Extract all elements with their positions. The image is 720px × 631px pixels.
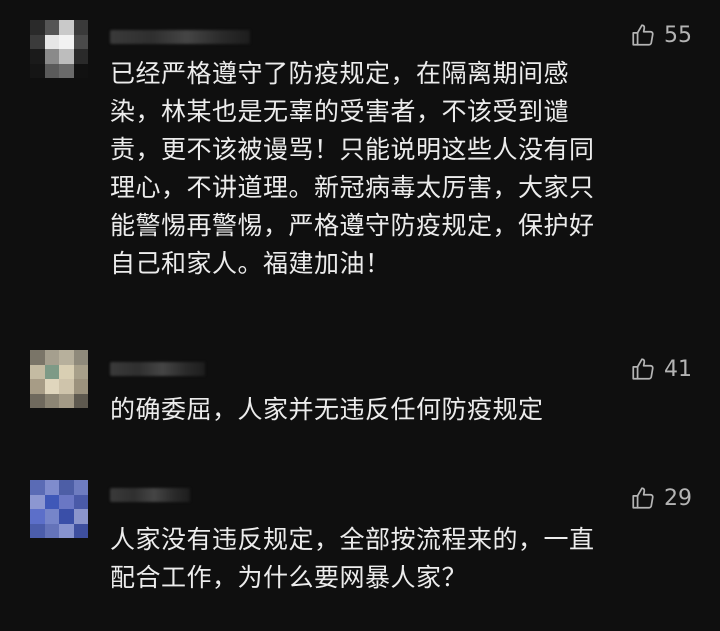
comment-text: 已经严格遵守了防疫规定，在隔离期间感 染，林某也是无辜的受害者，不该受到谴 责，… xyxy=(110,59,595,278)
username-blurred[interactable] xyxy=(110,30,250,44)
comment-text: 的确委屈，人家并无违反任何防疫规定 xyxy=(110,395,544,424)
thumbs-up-icon xyxy=(630,22,656,48)
like-count: 29 xyxy=(664,485,692,511)
like-button[interactable]: 29 xyxy=(630,485,692,511)
like-button[interactable]: 55 xyxy=(630,22,692,48)
username-blurred[interactable] xyxy=(110,488,190,502)
avatar[interactable] xyxy=(30,20,88,78)
avatar[interactable] xyxy=(30,350,88,408)
thumbs-up-icon xyxy=(630,485,656,511)
username-blurred[interactable] xyxy=(110,362,205,376)
comment-text: 人家没有违反规定，全部按流程来的，一直 配合工作，为什么要网暴人家？ xyxy=(110,525,595,592)
thumbs-up-icon xyxy=(630,356,656,382)
like-button[interactable]: 41 xyxy=(630,356,692,382)
like-count: 55 xyxy=(664,22,692,48)
like-count: 41 xyxy=(664,356,692,382)
avatar[interactable] xyxy=(30,480,88,538)
